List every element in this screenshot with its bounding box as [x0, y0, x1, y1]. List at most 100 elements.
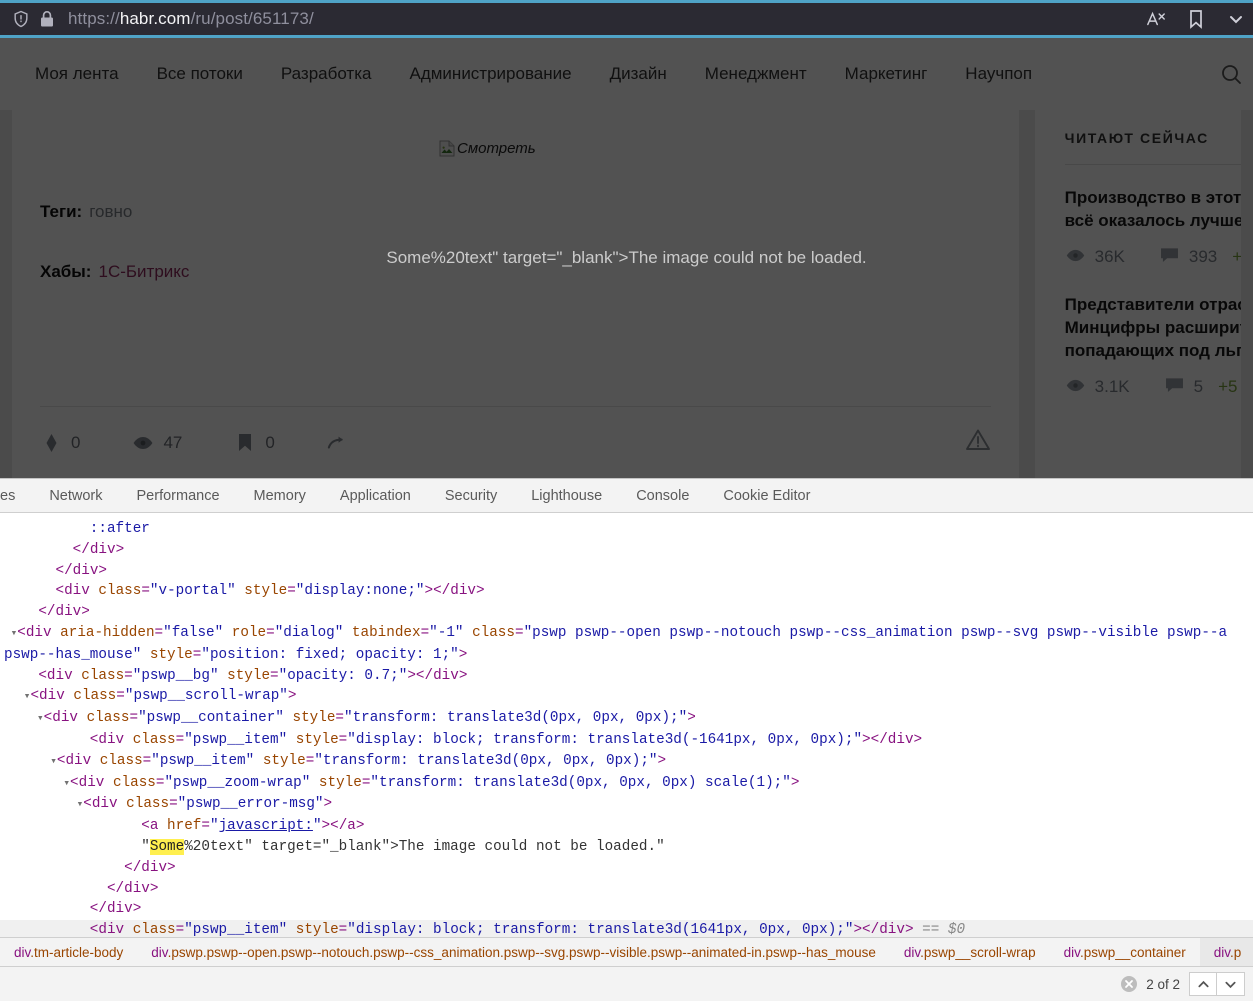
dom-token-punct: = — [338, 731, 348, 748]
dom-token-punct: > — [475, 583, 485, 600]
dom-token-val: "display:none;" — [295, 583, 425, 600]
dom-token-punct: > — [115, 541, 125, 558]
dom-tree-line[interactable]: ▾<div class="pswp__error-msg"> — [0, 794, 1253, 816]
dom-token-punct: > — [913, 731, 923, 748]
dom-token-val: "transform: translate3d(0px, 0px, 0px);" — [344, 710, 688, 727]
tab-security[interactable]: Security — [428, 479, 514, 512]
tab-application[interactable]: Application — [323, 479, 428, 512]
tab-memory[interactable]: Memory — [237, 479, 323, 512]
dom-token-punct: = — [514, 624, 524, 641]
search-prev-button[interactable] — [1189, 972, 1217, 996]
expand-triangle-icon[interactable]: ▾ — [4, 713, 44, 725]
dom-tree-line[interactable]: <div class="pswp__bg" style="opacity: 0.… — [0, 666, 1253, 687]
dom-token-punct: = — [169, 796, 178, 813]
browser-url-bar[interactable]: https://habr.com/ru/post/651173/ — [0, 0, 1253, 38]
tab-console[interactable]: Console — [619, 479, 706, 512]
dom-token-punct: < — [83, 796, 92, 813]
dom-token-tag: div — [52, 710, 78, 727]
clear-circle-icon[interactable] — [1118, 973, 1140, 995]
dom-tree-line[interactable]: pswp--has_mouse" style="position: fixed;… — [0, 645, 1253, 666]
dom-token-attr: class — [104, 774, 156, 791]
chevron-down-icon[interactable] — [1223, 6, 1249, 32]
dom-tree-line[interactable]: ▾<div class="pswp__item" style="transfor… — [0, 751, 1253, 773]
dom-tree-line[interactable]: <a href="javascript:"></a> — [0, 816, 1253, 837]
dom-token-tag: div — [450, 583, 476, 600]
dom-token-tag: div — [39, 688, 65, 705]
dom-token-tag: div — [78, 774, 105, 791]
dom-token-punct: > — [149, 880, 159, 897]
dom-tree-line[interactable]: ::after — [0, 519, 1253, 540]
translate-icon[interactable] — [1143, 6, 1169, 32]
dom-token-val: "opacity: 0.7;" — [278, 667, 408, 684]
dom-token-tag: div — [98, 922, 125, 937]
dom-token-punct: = — [270, 667, 279, 684]
dom-tree-line[interactable]: </div> — [0, 540, 1253, 561]
dom-token-tag: div — [887, 731, 914, 748]
dom-token-pseudo: ::after — [89, 521, 150, 537]
dom-token-attr: class — [91, 752, 143, 769]
dom-tree-line[interactable]: </div> — [0, 561, 1253, 582]
dom-tree-line[interactable]: "Some%20text" target="_blank">The image … — [0, 837, 1253, 858]
expand-triangle-icon[interactable]: ▾ — [4, 628, 18, 640]
devtools-panel: es Network Performance Memory Applicatio… — [0, 478, 1253, 1001]
shield-icon — [10, 8, 32, 30]
dom-token-punct: = — [266, 624, 275, 641]
url-text[interactable]: https://habr.com/ru/post/651173/ — [68, 9, 314, 29]
lightbox-error-message: Some%20text" target="_blank">The image c… — [386, 248, 867, 267]
url-host: habr.com — [119, 9, 191, 28]
dom-token-punct: > — [98, 562, 107, 579]
dom-token-punct: ></ — [424, 583, 451, 600]
breadcrumb-item[interactable]: div.tm-article-body — [0, 938, 137, 966]
dom-token-punct: > — [790, 774, 800, 791]
dom-tree-line[interactable]: <div class="pswp__item" style="display: … — [0, 920, 1253, 937]
dom-tree-line[interactable]: <div class="pswp__item" style="display: … — [0, 730, 1253, 751]
breadcrumb-item[interactable]: div.p — [1199, 938, 1253, 966]
dom-token-val: "transform: translate3d(0px, 0px, 0px);" — [314, 752, 658, 769]
bookmark-icon[interactable] — [1183, 6, 1209, 32]
dom-token-hl: Some — [149, 838, 185, 855]
tab-sources[interactable]: es — [0, 479, 32, 512]
dom-token-tag: div — [72, 562, 99, 579]
dom-tree-line[interactable]: </div> — [0, 879, 1253, 900]
dom-token-punct: < — [55, 583, 65, 600]
expand-triangle-icon[interactable]: ▾ — [4, 691, 31, 703]
tab-lighthouse[interactable]: Lighthouse — [514, 479, 619, 512]
tab-network[interactable]: Network — [32, 479, 119, 512]
dom-tree-line[interactable]: </div> — [0, 602, 1253, 623]
tab-cookie-editor[interactable]: Cookie Editor — [706, 479, 827, 512]
dom-tree-line[interactable]: </div> — [0, 899, 1253, 920]
dom-token-val: " — [209, 818, 219, 835]
breadcrumb[interactable]: div.tm-article-body div.pswp.pswp--open.p… — [0, 937, 1253, 966]
dom-token-punct: < — [38, 667, 47, 684]
dom-token-attr: href — [158, 818, 202, 835]
dom-tree-line[interactable]: ▾<div class="pswp__zoom-wrap" style="tra… — [0, 773, 1253, 795]
dom-token-punct: </ — [72, 541, 90, 558]
dom-tree[interactable]: ::after </div> </div> <div class="v-port… — [0, 513, 1253, 937]
dom-token-attr: class — [64, 688, 117, 705]
dom-tree-line[interactable]: <div class="v-portal" style="display:non… — [0, 581, 1253, 602]
expand-triangle-icon[interactable]: ▾ — [4, 778, 70, 790]
dom-tree-line[interactable]: ▾<div aria-hidden="false" role="dialog" … — [0, 623, 1253, 645]
breadcrumb-item[interactable]: div.pswp__container — [1050, 938, 1200, 966]
url-prefix: https:// — [68, 9, 120, 28]
dom-token-punct: < — [70, 774, 79, 791]
breadcrumb-item[interactable]: div.pswp.pswp--open.pswp--notouch.pswp--… — [137, 938, 890, 966]
tab-performance[interactable]: Performance — [120, 479, 237, 512]
dom-tree-line[interactable]: ▾<div class="pswp__scroll-wrap"> — [0, 686, 1253, 708]
dom-tree-line[interactable]: ▾<div class="pswp__container" style="tra… — [0, 708, 1253, 730]
dom-token-punct: ></ — [321, 818, 348, 835]
dom-token-punct: < — [43, 710, 53, 727]
dom-token-tag: div — [65, 752, 92, 769]
dom-token-attr: style — [287, 922, 339, 937]
breadcrumb-item[interactable]: div.pswp__scroll-wrap — [890, 938, 1050, 966]
dom-tree-line[interactable]: </div> — [0, 858, 1253, 879]
search-next-button[interactable] — [1217, 972, 1245, 996]
expand-triangle-icon[interactable]: ▾ — [4, 756, 57, 768]
dom-token-tag: div — [879, 922, 905, 937]
dom-token-punct: = — [335, 710, 344, 727]
expand-triangle-icon[interactable]: ▾ — [4, 799, 84, 811]
dom-token-tag: div — [46, 667, 73, 684]
dom-token-attr: style — [310, 774, 362, 791]
dom-token-tag: div — [89, 541, 116, 558]
breadcrumb-tag: div — [1063, 944, 1080, 960]
